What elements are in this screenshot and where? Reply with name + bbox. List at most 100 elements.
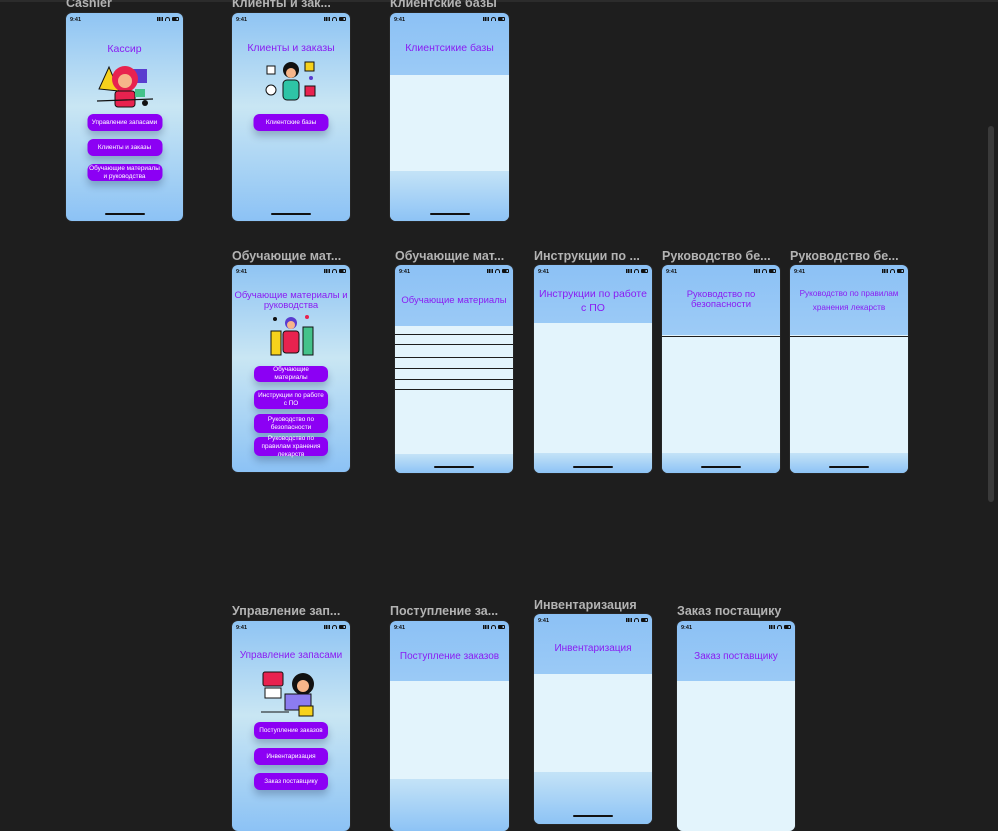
frame-inventory-management[interactable]: 9:41 Управление запасами Поступление зак… [232,621,350,831]
signal-icon [483,625,489,629]
client-bases-button[interactable]: Клиентские базы [253,114,329,131]
status-time: 9:41 [236,17,248,23]
status-time: 9:41 [666,269,678,275]
canvas-scrollbar[interactable] [988,126,994,502]
status-bar: 9:41 [662,269,780,277]
frame-safety[interactable]: 9:41 Руководство по безопасности [662,265,780,473]
list-divider [395,368,513,369]
status-time: 9:41 [394,17,406,23]
frame-label-training-materials[interactable]: Обучающие мат... [395,249,513,263]
frame-label-client-bases[interactable]: Клиентские базы [390,0,508,10]
frame-training[interactable]: 9:41 Обучающие материалы и руководства О… [232,265,350,472]
frame-label-training[interactable]: Обучающие мат... [232,249,350,263]
battery-icon [172,17,179,21]
status-bar: 9:41 [390,625,509,633]
clients-illustration [265,61,316,101]
frame-cashier[interactable]: 9:41 Кассир Управление запасами Клиенты … [66,13,183,221]
frame-storage[interactable]: 9:41 Руководство по правилам хранения ле… [790,265,908,473]
list-divider [395,334,513,335]
home-indicator [434,466,474,468]
signal-icon [324,269,330,273]
home-indicator [573,815,613,817]
home-indicator [104,213,145,215]
status-bar: 9:41 [232,269,350,277]
inventory-illustration [261,671,314,717]
cashier-illustration [96,65,153,108]
bottom-area [790,453,908,473]
frame-label-cashier[interactable]: Cashier [66,0,184,10]
status-bar: 9:41 [390,17,509,25]
home-indicator [573,466,613,468]
status-bar: 9:41 [232,625,350,633]
status-bar: 9:41 [232,17,350,25]
signal-icon [754,269,760,273]
page-title: Клиенты и заказы [247,42,335,54]
inventory-management-button[interactable]: Управление запасами [87,114,162,131]
bottom-area [390,779,509,831]
battery-icon [339,625,346,629]
signal-icon [626,269,632,273]
status-time: 9:41 [794,269,806,275]
frame-incoming-orders[interactable]: 9:41 Поступление заказов [390,621,509,831]
incoming-orders-button[interactable]: Поступление заказов [254,722,328,739]
wifi-icon [634,618,639,622]
battery-icon [769,269,776,273]
safety-guide-button[interactable]: Руководство по безопасности [254,414,328,433]
content-area [677,681,795,831]
frame-label-instructions[interactable]: Инструкции по ... [534,249,652,263]
content-area [390,681,509,779]
page-title: Обучающие материалы [401,295,507,306]
training-materials-button[interactable]: Обучающие материалы и руководства [87,164,162,181]
stocktaking-button[interactable]: Инвентаризация [254,748,328,765]
content-area [790,335,908,453]
frame-label-clients[interactable]: Клиенты и зак... [232,0,350,10]
bottom-area [662,453,780,473]
page-title: Кассир [107,43,142,55]
wifi-icon [491,17,496,21]
wifi-icon [890,269,895,273]
frame-label-inventory-mgmt[interactable]: Управление зап... [232,604,350,618]
frame-label-storage[interactable]: Руководство бе... [790,249,908,263]
list-divider [790,336,908,337]
supplier-order-button[interactable]: Заказ поставщику [254,773,328,790]
status-time: 9:41 [399,269,411,275]
status-time: 9:41 [538,269,550,275]
wifi-icon [491,625,496,629]
battery-icon [784,625,791,629]
bottom-area [534,453,652,473]
frame-training-materials[interactable]: 9:41 Обучающие материалы [395,265,513,473]
wifi-icon [777,625,782,629]
bottom-area [395,454,513,473]
frame-client-bases[interactable]: 9:41 Клиентсикие базы [390,13,509,221]
wifi-icon [634,269,639,273]
status-time: 9:41 [70,17,82,23]
frame-label-supplier-order[interactable]: Заказ постащику [677,604,795,618]
wifi-icon [332,269,337,273]
status-bar: 9:41 [395,269,513,277]
status-bar: 9:41 [66,17,183,25]
clients-orders-button[interactable]: Клиенты и заказы [87,139,162,156]
wifi-icon [762,269,767,273]
signal-icon [324,625,330,629]
storage-guide-button[interactable]: Руководство по правилам хранения лекарст… [254,435,328,458]
frame-label-safety[interactable]: Руководство бе... [662,249,780,263]
frame-stocktaking[interactable]: 9:41 Инвентаризация [534,614,652,824]
frame-instructions[interactable]: 9:41 Инструкции по работе с ПО [534,265,652,473]
list-divider [662,336,780,337]
status-time: 9:41 [236,625,248,631]
page-title: Инструкции по работе с ПО [539,288,647,314]
home-indicator [829,466,869,468]
list-divider [395,379,513,380]
frame-supplier-order[interactable]: 9:41 Заказ поставщику [677,621,795,831]
frame-label-stocktaking[interactable]: Инвентаризация [534,598,652,612]
list-divider [395,357,513,358]
status-time: 9:41 [394,625,406,631]
training-materials-button[interactable]: Обучающие материалы [254,366,328,382]
frame-label-incoming-orders[interactable]: Поступление за... [390,604,508,618]
battery-icon [339,269,346,273]
status-bar: 9:41 [790,269,908,277]
page-title: Руководство по безопасности [686,289,756,310]
frame-clients-orders[interactable]: 9:41 Клиенты и заказы Клиентские базы [232,13,350,221]
page-title: Клиентсикие базы [405,42,494,54]
software-instructions-button[interactable]: Инструкции по работе с ПО [254,390,328,409]
